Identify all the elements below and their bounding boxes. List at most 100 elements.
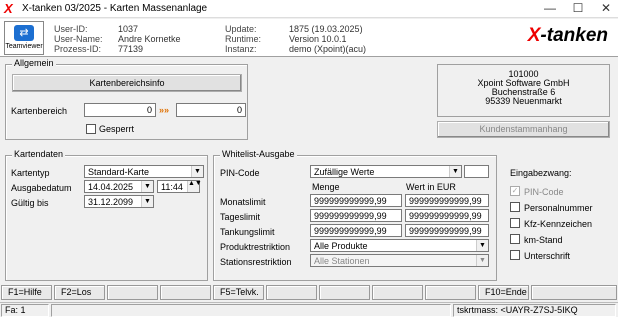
kartentyp-label: Kartentyp [11, 168, 50, 178]
gueltig-input[interactable]: 31.12.2099 ▼ [84, 195, 154, 208]
ausgabezeit-value: 11:44 [161, 182, 183, 192]
kartenbereich-to-input[interactable]: 0 [176, 103, 246, 117]
gesperrt-checkbox[interactable] [86, 124, 96, 134]
maximize-button[interactable]: ☐ [566, 1, 590, 16]
station-select[interactable]: Alle Stationen ▼ [310, 254, 489, 267]
runtime-label: Runtime: [225, 34, 262, 44]
tankungslimit-menge-input[interactable]: 999999999999,99 [310, 224, 402, 237]
update-label: Update: [225, 24, 257, 34]
kartentyp-value: Standard-Karte [88, 167, 150, 177]
close-button[interactable]: ✕ [594, 1, 618, 16]
customer-city: 95339 Neuenmarkt [485, 96, 562, 106]
status-middle [51, 304, 451, 317]
ausgabedatum-value: 14.04.2025 [88, 182, 134, 192]
pin-value: Zufällige Werte [314, 167, 375, 177]
teamviewer-icon: ⇄ [14, 25, 34, 41]
allgemein-legend: Allgemein [12, 58, 56, 68]
instanz-value: demo (Xpoint)(acu) [289, 44, 367, 54]
user-id-value: 1037 [118, 24, 139, 34]
chevron-down-icon: ▼ [191, 166, 203, 177]
kfz-kennzeichen-label: Kfz-Kennzeichen [524, 219, 593, 229]
chevron-down-icon: ▼ [141, 181, 153, 192]
customer-info-box: 101000 Xpoint Software GmbH Buchenstraße… [437, 64, 610, 117]
kartenbereichsinfo-button[interactable]: Kartenbereichsinfo [12, 74, 242, 92]
minimize-button[interactable]: — [538, 1, 562, 16]
produkt-select[interactable]: Alle Produkte ▼ [310, 239, 489, 252]
monatslimit-label: Monatslimit [220, 197, 266, 207]
fkey-8-button[interactable] [372, 285, 423, 300]
chevron-down-icon: ▼ [476, 240, 488, 251]
tageslimit-menge-input[interactable]: 999999999999,99 [310, 209, 402, 222]
fkey-9-button[interactable] [425, 285, 476, 300]
kartendaten-legend: Kartendaten [12, 149, 66, 159]
window-title: X-tanken 03/2025 - Karten Massenanlage [22, 3, 208, 14]
monatslimit-menge-input[interactable]: 999999999999,99 [310, 194, 402, 207]
title-bar: X X-tanken 03/2025 - Karten Massenanlage… [0, 0, 618, 18]
personalnummer-label: Personalnummer [524, 203, 593, 213]
gueltig-value: 31.12.2099 [88, 197, 134, 207]
teamviewer-label: Teamviewer [5, 43, 43, 50]
monatslimit-wert-input[interactable]: 999999999999,99 [405, 194, 489, 207]
produkt-value: Alle Produkte [314, 241, 368, 251]
status-right: tskrtmass: <UAYR-Z7SJ-5IKQ [453, 304, 616, 317]
pin-code-checkbox[interactable]: ✓ [510, 186, 520, 196]
fkey-6-button[interactable] [266, 285, 317, 300]
produkt-label: Produktrestriktion [220, 242, 291, 252]
km-stand-label: km-Stand [524, 235, 563, 245]
function-key-bar: F1=Hilfe F2=Los F5=Telvk. F10=Ende [0, 285, 618, 300]
pin-code-checkbox-label: PIN-Code [524, 187, 564, 197]
brand-logo: X-tanken [527, 25, 608, 46]
runtime-value: Version 10.0.1 [289, 34, 347, 44]
pin-label: PIN-Code [220, 168, 260, 178]
update-value: 1875 (19.03.2025) [289, 24, 363, 34]
kfz-kennzeichen-checkbox[interactable] [510, 218, 520, 228]
teamviewer-button[interactable]: ⇄ Teamviewer [4, 21, 44, 55]
tageslimit-wert-input[interactable]: 999999999999,99 [405, 209, 489, 222]
unterschrift-checkbox[interactable] [510, 250, 520, 260]
kartenbereich-from-input[interactable]: 0 [84, 103, 156, 117]
fkey-7-button[interactable] [319, 285, 370, 300]
range-arrow-icon: »» [159, 105, 170, 115]
app-logo-icon: X [4, 1, 13, 16]
wert-header: Wert in EUR [406, 182, 456, 192]
f10-ende-button[interactable]: F10=Ende [478, 285, 529, 300]
prozess-id-value: 77139 [118, 44, 144, 54]
user-name-value: Andre Kornetke [118, 34, 181, 44]
pin-extra-field[interactable] [464, 165, 489, 178]
status-bar: Fa: 1 tskrtmass: <UAYR-Z7SJ-5IKQ [0, 302, 618, 317]
gesperrt-label: Gesperrt [99, 124, 135, 134]
station-label: Stationsrestriktion [220, 257, 292, 267]
user-id-label: User-ID: [54, 24, 88, 34]
ausgabedatum-input[interactable]: 14.04.2025 ▼ [84, 180, 154, 193]
personalnummer-checkbox[interactable] [510, 202, 520, 212]
instanz-label: Instanz: [225, 44, 257, 54]
eingabezwang-title: Eingabezwang: [510, 168, 572, 178]
ausgabedatum-label: Ausgabedatum [11, 183, 72, 193]
status-fa: Fa: 1 [1, 304, 49, 317]
f2-los-button[interactable]: F2=Los [54, 285, 105, 300]
spinner-icon: ▲▼ [187, 180, 202, 192]
prozess-id-label: Prozess-ID: [54, 44, 102, 54]
pin-select[interactable]: Zufällige Werte ▼ [310, 165, 462, 178]
unterschrift-label: Unterschrift [524, 251, 571, 261]
station-value: Alle Stationen [314, 256, 370, 266]
tageslimit-label: Tageslimit [220, 212, 261, 222]
gueltig-label: Gültig bis [11, 198, 49, 208]
kundenstammanhang-button[interactable]: Kundenstammanhang [437, 121, 610, 138]
f1-hilfe-button[interactable]: F1=Hilfe [1, 285, 52, 300]
whitelist-legend: Whitelist-Ausgabe [220, 149, 297, 159]
user-name-label: User-Name: [54, 34, 103, 44]
tankungslimit-wert-input[interactable]: 999999999999,99 [405, 224, 489, 237]
header-panel: ⇄ Teamviewer User-ID: 1037 User-Name: An… [0, 19, 618, 57]
tankungslimit-label: Tankungslimit [220, 227, 275, 237]
ausgabezeit-input[interactable]: 11:44 ▲▼ [157, 180, 202, 193]
f5-telvk-button[interactable]: F5=Telvk. [213, 285, 264, 300]
fkey-4-button[interactable] [160, 285, 211, 300]
chevron-down-icon: ▼ [476, 255, 488, 266]
km-stand-checkbox[interactable] [510, 234, 520, 244]
fkey-3-button[interactable] [107, 285, 158, 300]
kartentyp-select[interactable]: Standard-Karte ▼ [84, 165, 204, 178]
kartenbereich-label: Kartenbereich [11, 106, 68, 116]
chevron-down-icon: ▼ [449, 166, 461, 177]
fkey-extra-button[interactable] [531, 285, 617, 300]
